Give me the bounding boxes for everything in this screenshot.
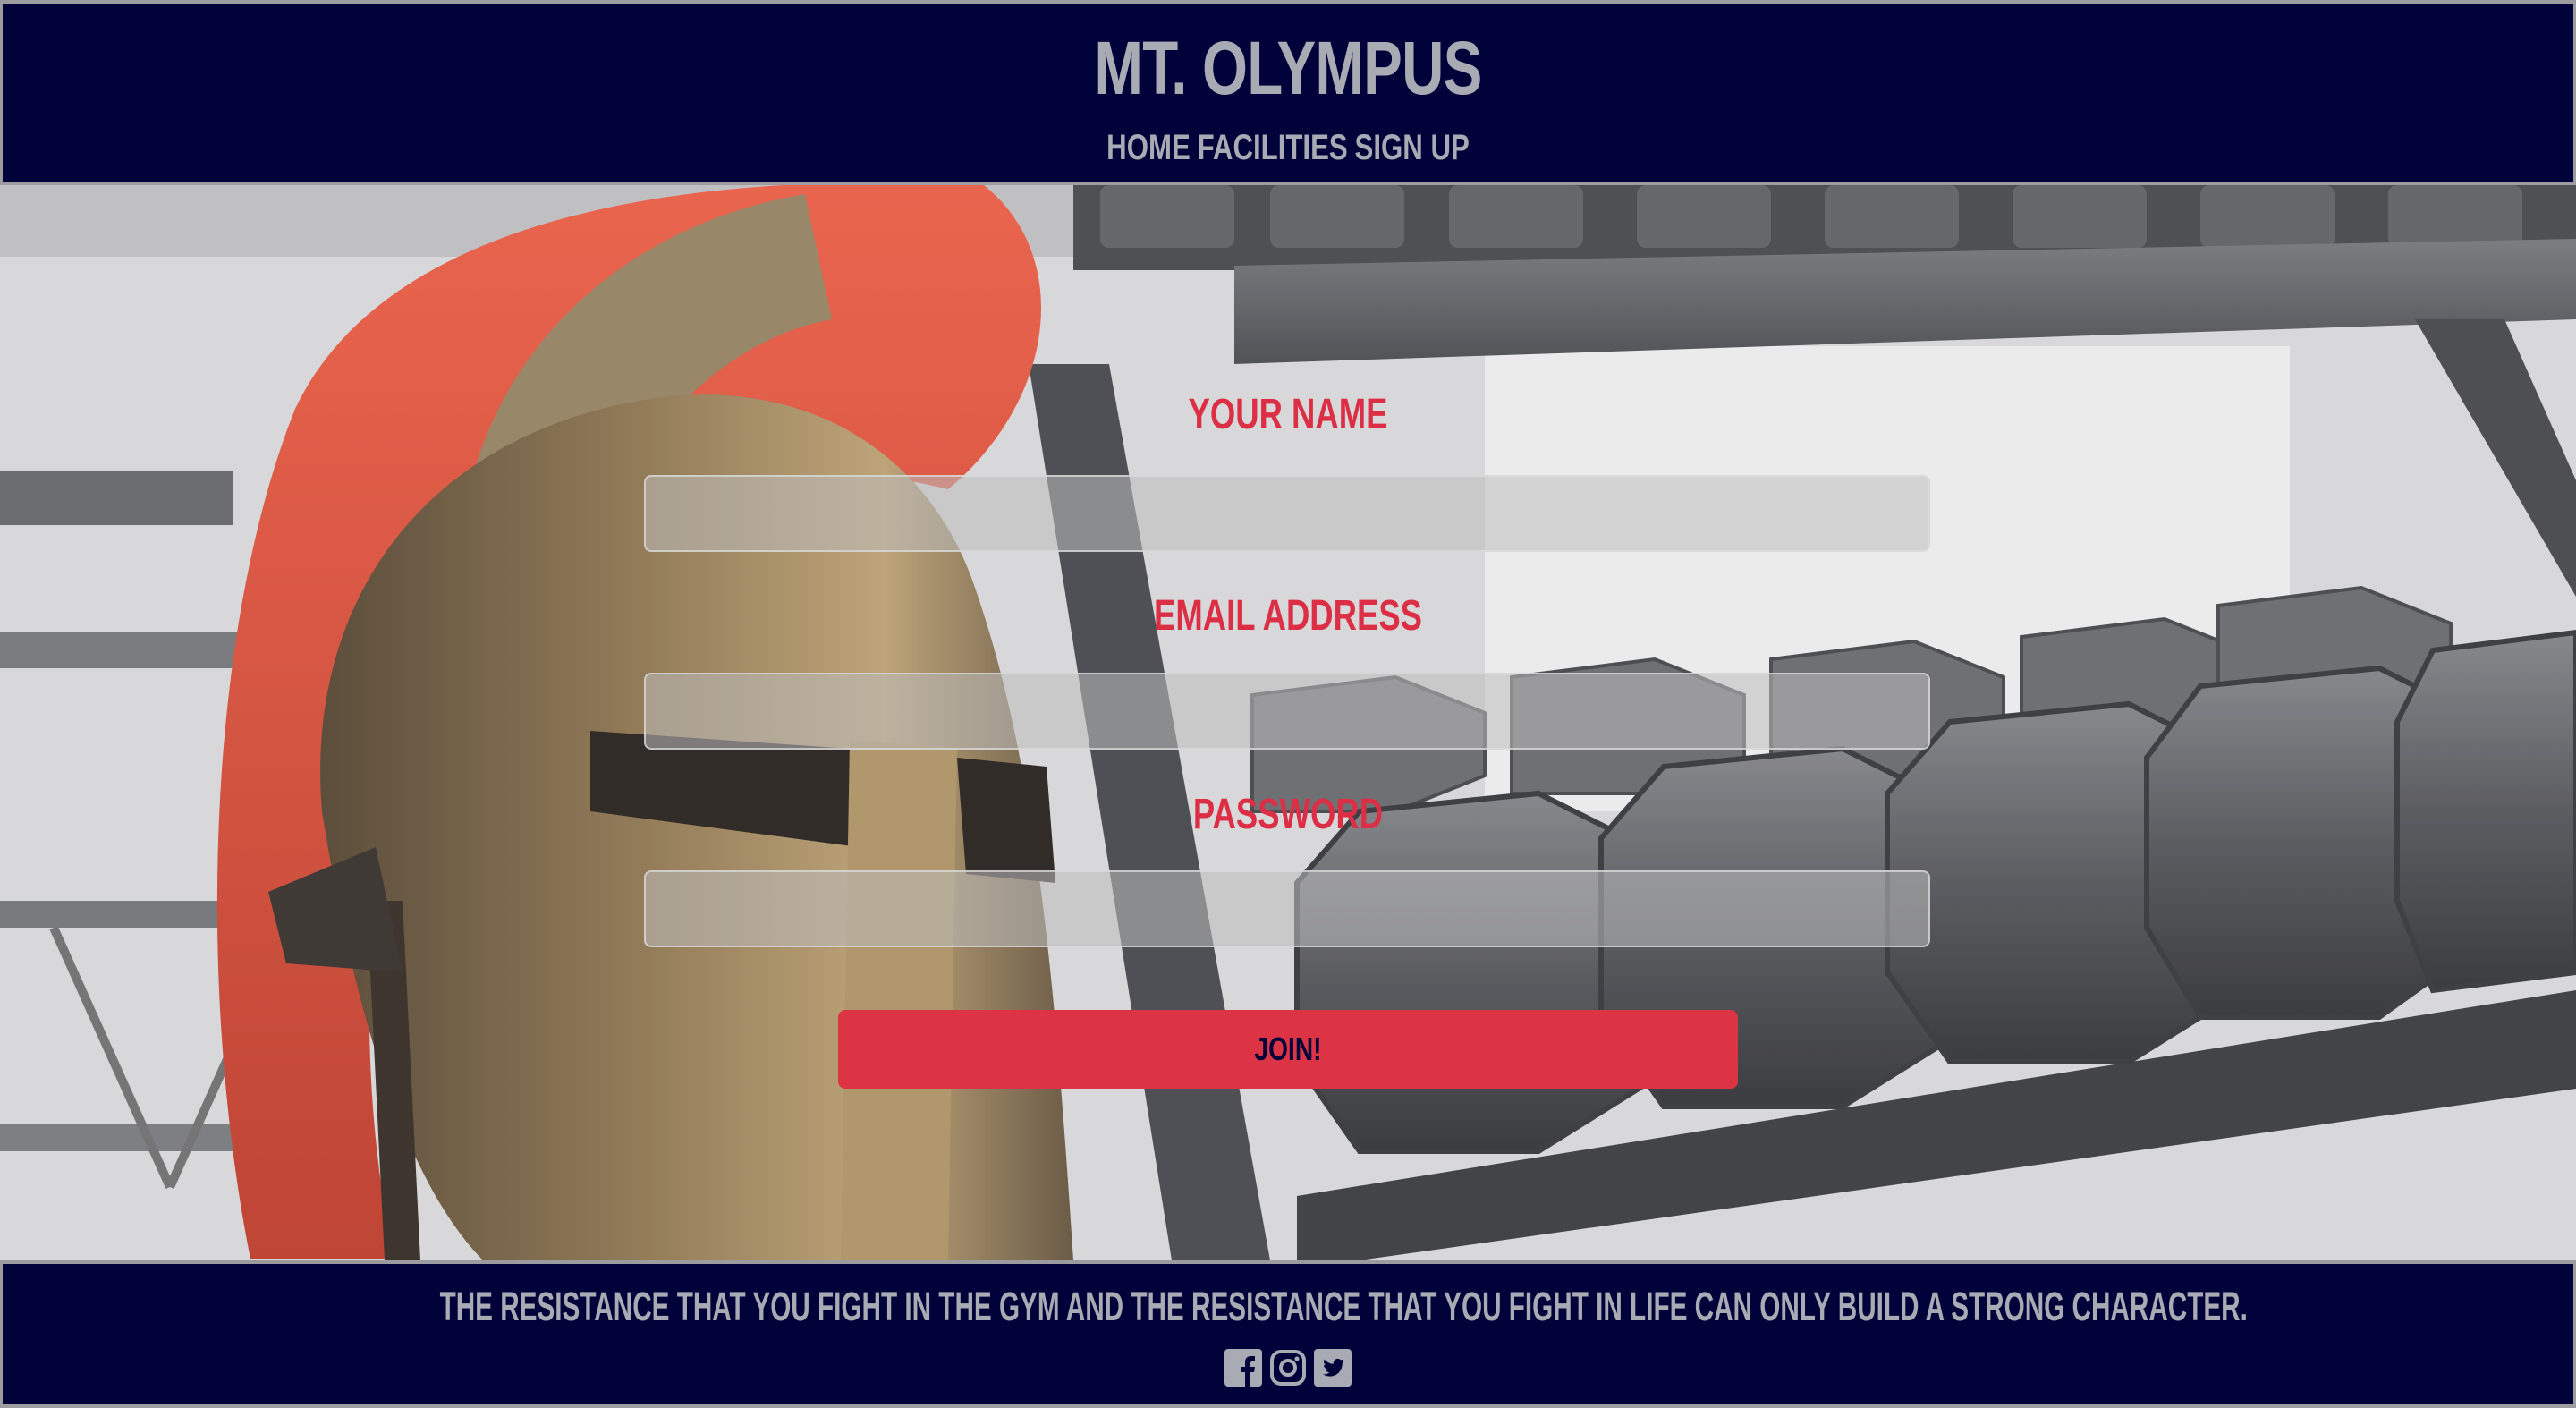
site-header: MT. OLYMPUS HOME FACILITIES SIGN UP: [3, 4, 2573, 182]
email-label: EMAIL ADDRESS: [1154, 592, 1422, 640]
social-links: [3, 1348, 2573, 1387]
signup-form: YOUR NAME EMAIL ADDRESS PASSWORD JOIN!: [0, 185, 2576, 1260]
password-label: PASSWORD: [1192, 791, 1384, 838]
instagram-icon[interactable]: [1268, 1348, 1308, 1387]
join-button-label: JOIN!: [1254, 1031, 1322, 1067]
footer-quote: THE RESISTANCE THAT YOU FIGHT IN THE GYM…: [439, 1284, 2248, 1329]
password-input[interactable]: [644, 870, 1930, 947]
twitter-icon[interactable]: [1313, 1348, 1352, 1387]
email-input[interactable]: [644, 673, 1930, 750]
site-title: MT. OLYMPUS: [1094, 26, 1482, 110]
facebook-icon[interactable]: [1224, 1348, 1263, 1387]
page: MT. OLYMPUS HOME FACILITIES SIGN UP YOUR…: [0, 0, 2576, 1408]
name-label: YOUR NAME: [1188, 391, 1388, 438]
join-button[interactable]: JOIN!: [838, 1010, 1738, 1089]
nav-home-link[interactable]: HOME: [1106, 128, 1191, 167]
nav-facilities-link[interactable]: FACILITIES: [1198, 128, 1348, 167]
hero-section: YOUR NAME EMAIL ADDRESS PASSWORD JOIN!: [0, 185, 2576, 1260]
site-footer: THE RESISTANCE THAT YOU FIGHT IN THE GYM…: [3, 1264, 2573, 1404]
name-input[interactable]: [644, 475, 1930, 552]
main-nav: HOME FACILITIES SIGN UP: [285, 125, 2291, 170]
nav-sign-up-link[interactable]: SIGN UP: [1355, 128, 1470, 167]
